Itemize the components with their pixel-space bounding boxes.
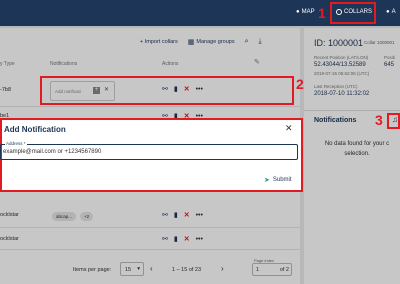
annotation-box-bell [387,113,400,129]
address-field[interactable]: Address * example@mail.com or +123456789… [0,141,298,160]
nav-map[interactable]: ● MAP [296,9,315,15]
submit-button[interactable]: ➤ Submit [264,176,292,184]
send-icon: ➤ [264,177,270,184]
user-icon: ● [386,9,390,15]
add-notification-dialog: Add Notification ✕ Address * example@mai… [0,118,303,192]
annotation-number-three: 3 [375,112,383,128]
close-icon[interactable]: ✕ [285,123,293,134]
nav-account-label: A [391,9,396,15]
nav-account[interactable]: ● A [386,9,396,15]
address-field-value: example@mail.com or +1234567890 [3,149,102,155]
annotation-number-two: 2 [296,76,304,92]
map-pin-icon: ● [296,9,300,15]
dialog-title: Add Notification [4,125,66,134]
annotation-box-collars [330,2,376,24]
annotation-box-notification-input [40,76,294,105]
submit-label: Submit [272,177,292,183]
address-field-label: Address * [5,141,27,146]
annotation-number-one: 1 [318,5,326,21]
nav-map-label: MAP [301,9,315,15]
